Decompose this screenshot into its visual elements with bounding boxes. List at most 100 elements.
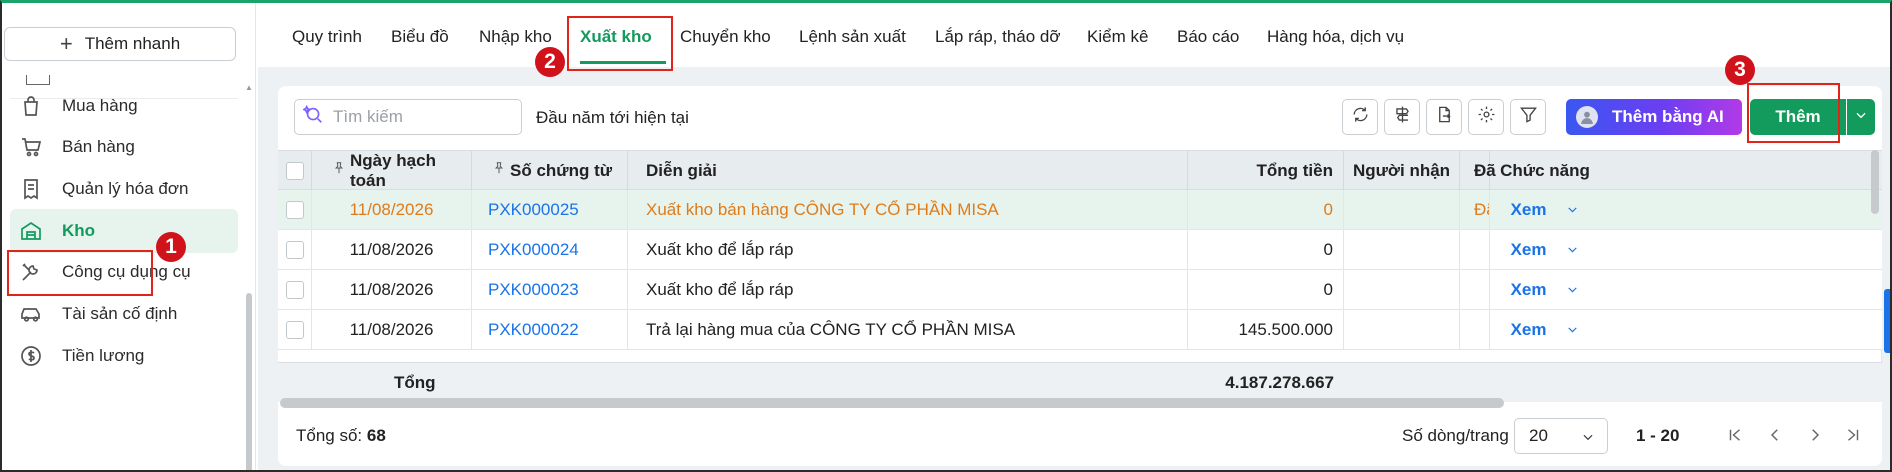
view-button[interactable]: Xem: [1511, 280, 1580, 300]
row-checkbox-cell[interactable]: [278, 310, 312, 349]
tab-production-order[interactable]: Lệnh sản xuất: [799, 27, 906, 47]
quick-add-button[interactable]: + Thêm nhanh: [4, 27, 236, 61]
table-row[interactable]: 11/08/2026 PXK000023 Xuất kho để lắp ráp…: [278, 270, 1882, 310]
cell-receiver: [1344, 270, 1460, 309]
tab-assembly[interactable]: Lắp ráp, tháo dỡ: [935, 27, 1061, 47]
col-header-status[interactable]: Đã: [1460, 151, 1496, 190]
sidebar-item-purchase[interactable]: Mua hàng: [10, 84, 238, 128]
table-row[interactable]: 11/08/2026 PXK000024 Xuất kho để lắp ráp…: [278, 230, 1882, 270]
select-all-cell[interactable]: [278, 151, 312, 190]
sidebar-item-sales[interactable]: Bán hàng: [10, 125, 238, 169]
col-header-description[interactable]: Diễn giải: [628, 151, 1188, 190]
table-row-partial[interactable]: [278, 350, 1882, 362]
cell-date: 11/08/2026: [312, 230, 472, 269]
scroll-up-icon[interactable]: ▲: [245, 83, 253, 92]
sidebar-item-label: Tài sản cố định: [62, 304, 178, 323]
filter-button[interactable]: [1510, 99, 1546, 135]
add-dropdown-button[interactable]: [1847, 99, 1875, 135]
cell-description: Xuất kho bán hàng CÔNG TY CỔ PHẦN MISA: [628, 190, 1188, 229]
view-button[interactable]: Xem: [1511, 320, 1580, 340]
chevron-down-icon: [1568, 207, 1578, 213]
footer-total-label: Tổng: [394, 373, 436, 392]
filter-icon: [1519, 105, 1538, 129]
search-box[interactable]: [294, 99, 522, 135]
vertical-scrollbar[interactable]: [1870, 150, 1880, 400]
scrollbar-thumb[interactable]: [1871, 150, 1879, 214]
tab-inventory-check[interactable]: Kiểm kê: [1087, 27, 1148, 47]
search-input[interactable]: [333, 107, 513, 127]
cell-doc-link[interactable]: PXK000024: [472, 230, 628, 269]
horizontal-scrollbar-thumb[interactable]: [280, 398, 1504, 408]
chevron-down-icon: [1568, 327, 1578, 333]
cell-description: Trả lại hàng mua của CÔNG TY CỔ PHẦN MIS…: [628, 310, 1188, 349]
tab-reports[interactable]: Báo cáo: [1177, 27, 1239, 47]
car-icon: [18, 301, 44, 327]
cell-status: Đã: [1460, 190, 1490, 229]
row-checkbox[interactable]: [285, 280, 304, 299]
export-button[interactable]: [1426, 99, 1462, 135]
module-tabs: Quy trình Biểu đồ Nhập kho Xuất kho Chuy…: [258, 3, 1890, 67]
side-panel-handle[interactable]: [1884, 289, 1890, 353]
cell-doc-link[interactable]: PXK000023: [472, 270, 628, 309]
col-header-amount[interactable]: Tổng tiền: [1188, 151, 1344, 190]
cell-actions: Xem: [1490, 270, 1600, 309]
scrollbar-thumb[interactable]: [246, 293, 252, 470]
sidebar-item-label: Bán hàng: [62, 137, 135, 156]
pin-icon[interactable]: [332, 160, 350, 181]
tab-charts[interactable]: Biểu đồ: [391, 27, 449, 47]
row-checkbox[interactable]: [285, 240, 304, 259]
rows-per-page-select[interactable]: 20: [1514, 418, 1608, 454]
tab-goods-services[interactable]: Hàng hóa, dịch vụ: [1267, 27, 1404, 47]
select-all-checkbox[interactable]: [285, 161, 304, 180]
signpost-button[interactable]: [1384, 99, 1420, 135]
row-checkbox-cell[interactable]: [278, 270, 312, 309]
cell-receiver: [1344, 230, 1460, 269]
cell-date: 11/08/2026: [312, 190, 472, 229]
table-row[interactable]: 11/08/2026 PXK000022 Trả lại hàng mua củ…: [278, 310, 1882, 350]
col-header-date[interactable]: Ngày hạch toán: [312, 151, 472, 190]
view-button[interactable]: Xem: [1511, 200, 1580, 220]
cell-status: [1460, 230, 1490, 269]
row-checkbox[interactable]: [285, 200, 304, 219]
tab-process[interactable]: Quy trình: [292, 27, 362, 47]
refresh-icon: [1351, 105, 1370, 129]
sidebar-scrollbar[interactable]: ▲: [245, 83, 253, 470]
cell-description: Xuất kho để lắp ráp: [628, 230, 1188, 269]
file-export-icon: [1435, 105, 1454, 129]
sidebar-item-fixed-assets[interactable]: Tài sản cố định: [10, 292, 238, 336]
last-page-icon[interactable]: [1844, 426, 1864, 446]
prev-page-icon[interactable]: [1766, 426, 1786, 446]
tab-stock-in[interactable]: Nhập kho: [479, 27, 552, 47]
row-checkbox[interactable]: [285, 320, 304, 339]
col-header-receiver[interactable]: Người nhận: [1344, 151, 1460, 190]
page-range: 1 - 20: [1636, 426, 1680, 445]
warehouse-icon: [18, 218, 44, 244]
col-header-doc-number[interactable]: Số chứng từ: [472, 151, 628, 190]
table-row[interactable]: 11/08/2026 PXK000025 Xuất kho bán hàng C…: [278, 190, 1882, 230]
row-checkbox-cell[interactable]: [278, 230, 312, 269]
cart-icon: [18, 134, 44, 160]
cell-receiver: [1344, 190, 1460, 229]
cell-description: Xuất kho để lắp ráp: [628, 270, 1188, 309]
add-with-ai-button[interactable]: Thêm bằng AI: [1566, 99, 1742, 135]
table-header: Ngày hạch toán Số chứng từ Diễn giải Tổn…: [278, 150, 1882, 190]
annotation-badge-1: 1: [156, 232, 186, 262]
next-page-icon[interactable]: [1806, 426, 1826, 446]
pin-icon[interactable]: [492, 160, 510, 181]
sidebar-item-label: Quản lý hóa đơn: [62, 179, 189, 198]
sidebar-item-payroll[interactable]: Tiền lương: [10, 334, 238, 378]
period-filter[interactable]: Đầu năm tới hiện tại: [536, 108, 689, 128]
refresh-button[interactable]: [1342, 99, 1378, 135]
sidebar-item-warehouse[interactable]: Kho: [10, 209, 238, 253]
avatar: [1576, 106, 1598, 128]
annotation-box-1: [7, 250, 153, 296]
row-checkbox-cell[interactable]: [278, 190, 312, 229]
tab-transfer[interactable]: Chuyển kho: [680, 27, 771, 47]
signpost-icon: [1393, 105, 1412, 129]
settings-button[interactable]: [1468, 99, 1504, 135]
view-button[interactable]: Xem: [1511, 240, 1580, 260]
cell-doc-link[interactable]: PXK000025: [472, 190, 628, 229]
sidebar-item-invoices[interactable]: Quản lý hóa đơn: [10, 167, 238, 211]
cell-doc-link[interactable]: PXK000022: [472, 310, 628, 349]
first-page-icon[interactable]: [1726, 426, 1746, 446]
